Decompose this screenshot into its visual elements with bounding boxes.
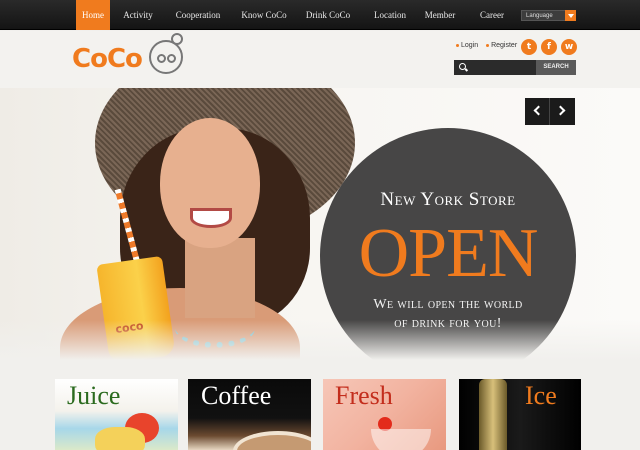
- twitter-icon[interactable]: t: [521, 39, 537, 55]
- next-slide-button[interactable]: [550, 98, 575, 125]
- tile-fresh[interactable]: Fresh: [323, 379, 446, 450]
- chevron-left-icon: [533, 105, 544, 116]
- nav-career[interactable]: Career: [474, 0, 510, 30]
- nav-cooperation[interactable]: Cooperation: [168, 0, 228, 30]
- prev-slide-button[interactable]: [525, 98, 550, 125]
- chevron-right-icon: [555, 105, 566, 116]
- top-navigation: Home Activity Cooperation Know CoCo Drin…: [0, 0, 640, 30]
- nav-location[interactable]: Location: [368, 0, 412, 30]
- tile-title: Coffee: [201, 381, 272, 410]
- language-select[interactable]: Language: [521, 10, 576, 21]
- nav-know-coco[interactable]: Know CoCo: [236, 0, 292, 30]
- bottle-image: [479, 379, 507, 450]
- account-links: Login Register: [456, 42, 523, 49]
- tile-title: Juice: [67, 381, 121, 410]
- hero-title: OPEN: [358, 215, 539, 292]
- hero-subtitle: New York Store: [380, 189, 516, 210]
- logo-mascot-icon[interactable]: [149, 33, 183, 74]
- woman-face-image: [160, 118, 260, 248]
- slider-controls: [525, 98, 575, 125]
- login-link[interactable]: Login: [456, 42, 478, 49]
- logo-text[interactable]: CoCo: [72, 44, 143, 74]
- tile-coffee[interactable]: Coffee: [188, 379, 311, 450]
- coffee-cup-image: [233, 431, 311, 450]
- register-link[interactable]: Register: [486, 42, 517, 49]
- nav-drink-coco[interactable]: Drink CoCo: [300, 0, 356, 30]
- nav-home[interactable]: Home: [76, 0, 110, 30]
- nav-activity[interactable]: Activity: [114, 0, 162, 30]
- hero-banner[interactable]: coco New York Store OPEN We will open th…: [0, 88, 640, 360]
- site-header: CoCo Login Register t f w SEARCH: [0, 31, 640, 88]
- tile-juice[interactable]: Juice: [55, 379, 178, 450]
- weibo-icon[interactable]: w: [561, 39, 577, 55]
- tile-title: Ice: [525, 381, 557, 410]
- search-button[interactable]: SEARCH: [536, 60, 576, 75]
- language-label: Language: [526, 13, 553, 19]
- tile-ice[interactable]: Ice: [459, 379, 581, 450]
- tile-title: Fresh: [335, 381, 393, 410]
- chevron-down-icon[interactable]: [565, 10, 576, 21]
- search-icon: [459, 63, 466, 70]
- nav-member[interactable]: Member: [420, 0, 460, 30]
- search-input[interactable]: [454, 60, 536, 75]
- facebook-icon[interactable]: f: [541, 39, 557, 55]
